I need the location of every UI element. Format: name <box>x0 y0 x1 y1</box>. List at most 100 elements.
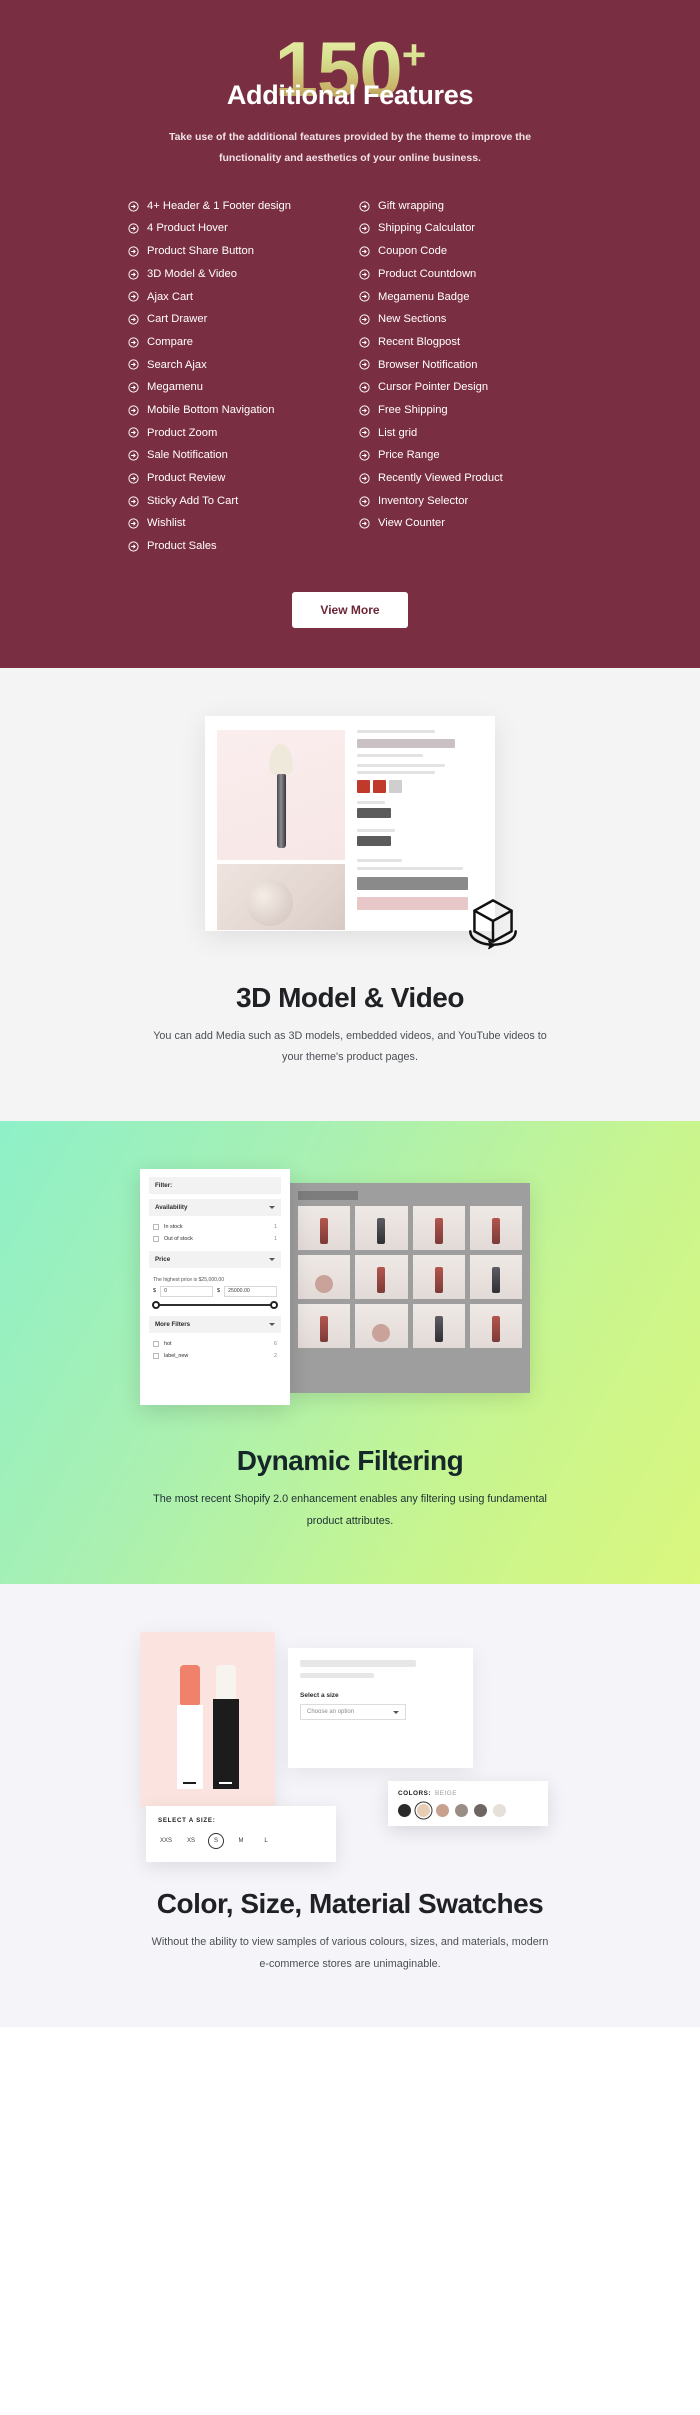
color-dot-4[interactable] <box>474 1804 487 1818</box>
feature-item-left-9[interactable]: Mobile Bottom Navigation <box>128 399 349 422</box>
checkbox-icon[interactable] <box>153 1352 159 1359</box>
filter-option-label-new[interactable]: label_new 2 <box>149 1350 281 1362</box>
feature-item-right-8[interactable]: Cursor Pointer Design <box>359 376 580 399</box>
swatch-red-2[interactable] <box>373 779 386 793</box>
feature-item-left-11[interactable]: Sale Notification <box>128 444 349 467</box>
feature-item-label: Mobile Bottom Navigation <box>147 403 275 416</box>
product-grid-cell[interactable] <box>355 1205 408 1250</box>
price-min-input[interactable]: 0 <box>160 1285 213 1297</box>
filter-option-hot[interactable]: hot 6 <box>149 1338 281 1350</box>
feature-item-left-13[interactable]: Sticky Add To Cart <box>128 490 349 513</box>
price-range-slider[interactable] <box>149 1297 281 1310</box>
feature-item-right-4[interactable]: Megamenu Badge <box>359 286 580 309</box>
feature-item-left-5[interactable]: Cart Drawer <box>128 308 349 331</box>
feature-item-right-13[interactable]: Inventory Selector <box>359 490 580 513</box>
feature-item-left-4[interactable]: Ajax Cart <box>128 286 349 309</box>
size-option-s[interactable]: S <box>208 1833 224 1850</box>
feature-item-right-3[interactable]: Product Countdown <box>359 263 580 286</box>
arrow-circle-right-icon <box>359 382 370 393</box>
product-grid-cell[interactable] <box>412 1303 465 1348</box>
product-main-image <box>217 729 345 860</box>
filter-option-in-stock[interactable]: In stock 1 <box>149 1221 281 1233</box>
feature-item-label: Inventory Selector <box>378 494 469 507</box>
add-to-cart-button-placeholder[interactable] <box>357 876 468 890</box>
color-swatch-row[interactable] <box>357 779 483 793</box>
checkbox-icon[interactable] <box>153 1223 159 1230</box>
price-max-input[interactable]: 25000.00 <box>224 1285 277 1297</box>
color-dot-3[interactable] <box>455 1804 468 1818</box>
feature-item-right-12[interactable]: Recently Viewed Product <box>359 467 580 490</box>
feature-item-right-7[interactable]: Browser Notification <box>359 354 580 377</box>
feature-item-right-2[interactable]: Coupon Code <box>359 240 580 263</box>
price-accordion[interactable]: Price <box>149 1250 281 1268</box>
availability-accordion[interactable]: Availability <box>149 1198 281 1216</box>
more-filters-accordion[interactable]: More Filters <box>149 1315 281 1333</box>
feature-item-right-11[interactable]: Price Range <box>359 444 580 467</box>
currency-symbol: $ <box>153 1288 157 1295</box>
size-option-l[interactable]: L <box>258 1833 274 1849</box>
size-option-xs[interactable]: XS <box>183 1833 199 1849</box>
swatch-red-1[interactable] <box>357 779 370 793</box>
product-grid-cell[interactable] <box>469 1205 522 1250</box>
feature-item-left-2[interactable]: Product Share Button <box>128 240 349 263</box>
lipstick-coral <box>176 1665 203 1790</box>
section-3d-description: You can add Media such as 3D models, emb… <box>153 1029 547 1064</box>
feature-item-right-0[interactable]: Gift wrapping <box>359 195 580 218</box>
variant-chip[interactable] <box>357 835 391 846</box>
arrow-circle-right-icon <box>128 359 139 370</box>
feature-item-left-0[interactable]: 4+ Header & 1 Footer design <box>128 195 349 218</box>
product-grid-cell[interactable] <box>298 1254 351 1299</box>
color-dot-5[interactable] <box>493 1804 506 1818</box>
arrow-circle-right-icon <box>128 246 139 257</box>
product-grid-cell[interactable] <box>355 1303 408 1348</box>
feature-column-right: Gift wrapping Shipping Calculator Coupon C… <box>359 195 580 558</box>
colors-label: COLORS: <box>398 1790 431 1798</box>
product-grid-cell[interactable] <box>469 1303 522 1348</box>
product-grid-cell[interactable] <box>412 1254 465 1299</box>
slider-handle-min[interactable] <box>152 1300 160 1309</box>
checkbox-icon[interactable] <box>153 1340 159 1347</box>
size-chip[interactable] <box>357 807 391 818</box>
view-more-button[interactable]: View More <box>292 591 408 628</box>
feature-item-right-14[interactable]: View Counter <box>359 512 580 535</box>
filter-option-out-of-stock[interactable]: Out of stock 1 <box>149 1233 281 1245</box>
size-option-xxs[interactable]: XXS <box>158 1833 174 1849</box>
feature-item-left-12[interactable]: Product Review <box>128 467 349 490</box>
product-gallery <box>217 729 345 931</box>
feature-item-left-1[interactable]: 4 Product Hover <box>128 217 349 240</box>
feature-item-right-9[interactable]: Free Shipping <box>359 399 580 422</box>
feature-item-left-3[interactable]: 3D Model & Video <box>128 263 349 286</box>
product-thumbnail-video[interactable] <box>217 863 345 930</box>
arrow-circle-right-icon <box>359 518 370 529</box>
chevron-down-icon <box>393 1710 399 1714</box>
mock-product-page-3d <box>150 715 550 956</box>
feature-item-right-1[interactable]: Shipping Calculator <box>359 217 580 240</box>
feature-item-label: Cart Drawer <box>147 313 208 326</box>
feature-item-left-10[interactable]: Product Zoom <box>128 422 349 445</box>
product-grid-cell[interactable] <box>298 1205 351 1250</box>
product-grid-cell[interactable] <box>298 1303 351 1348</box>
color-dot-0[interactable] <box>398 1804 411 1818</box>
slider-handle-max[interactable] <box>270 1300 278 1309</box>
feature-item-right-10[interactable]: List grid <box>359 422 580 445</box>
product-grid-cell[interactable] <box>412 1205 465 1250</box>
feature-item-left-15[interactable]: Product Sales <box>128 535 349 558</box>
checkbox-icon[interactable] <box>153 1235 159 1242</box>
arrow-circle-right-icon <box>128 427 139 439</box>
swatch-grey[interactable] <box>389 779 402 793</box>
buy-now-button-placeholder[interactable] <box>357 896 468 910</box>
product-grid-cell[interactable] <box>355 1254 408 1299</box>
product-grid-cell[interactable] <box>469 1254 522 1299</box>
size-select-dropdown[interactable]: Choose an option <box>300 1704 406 1721</box>
feature-item-left-6[interactable]: Compare <box>128 331 349 354</box>
catalog-title-placeholder <box>298 1190 358 1200</box>
feature-item-left-14[interactable]: Wishlist <box>128 512 349 535</box>
feature-item-right-5[interactable]: New Sections <box>359 308 580 331</box>
color-dot-1[interactable] <box>417 1804 430 1818</box>
feature-item-left-7[interactable]: Search Ajax <box>128 354 349 377</box>
size-option-m[interactable]: M <box>233 1833 249 1849</box>
product-title-placeholder <box>300 1660 416 1668</box>
color-dot-2[interactable] <box>436 1804 449 1818</box>
feature-item-left-8[interactable]: Megamenu <box>128 376 349 399</box>
feature-item-right-6[interactable]: Recent Blogpost <box>359 331 580 354</box>
